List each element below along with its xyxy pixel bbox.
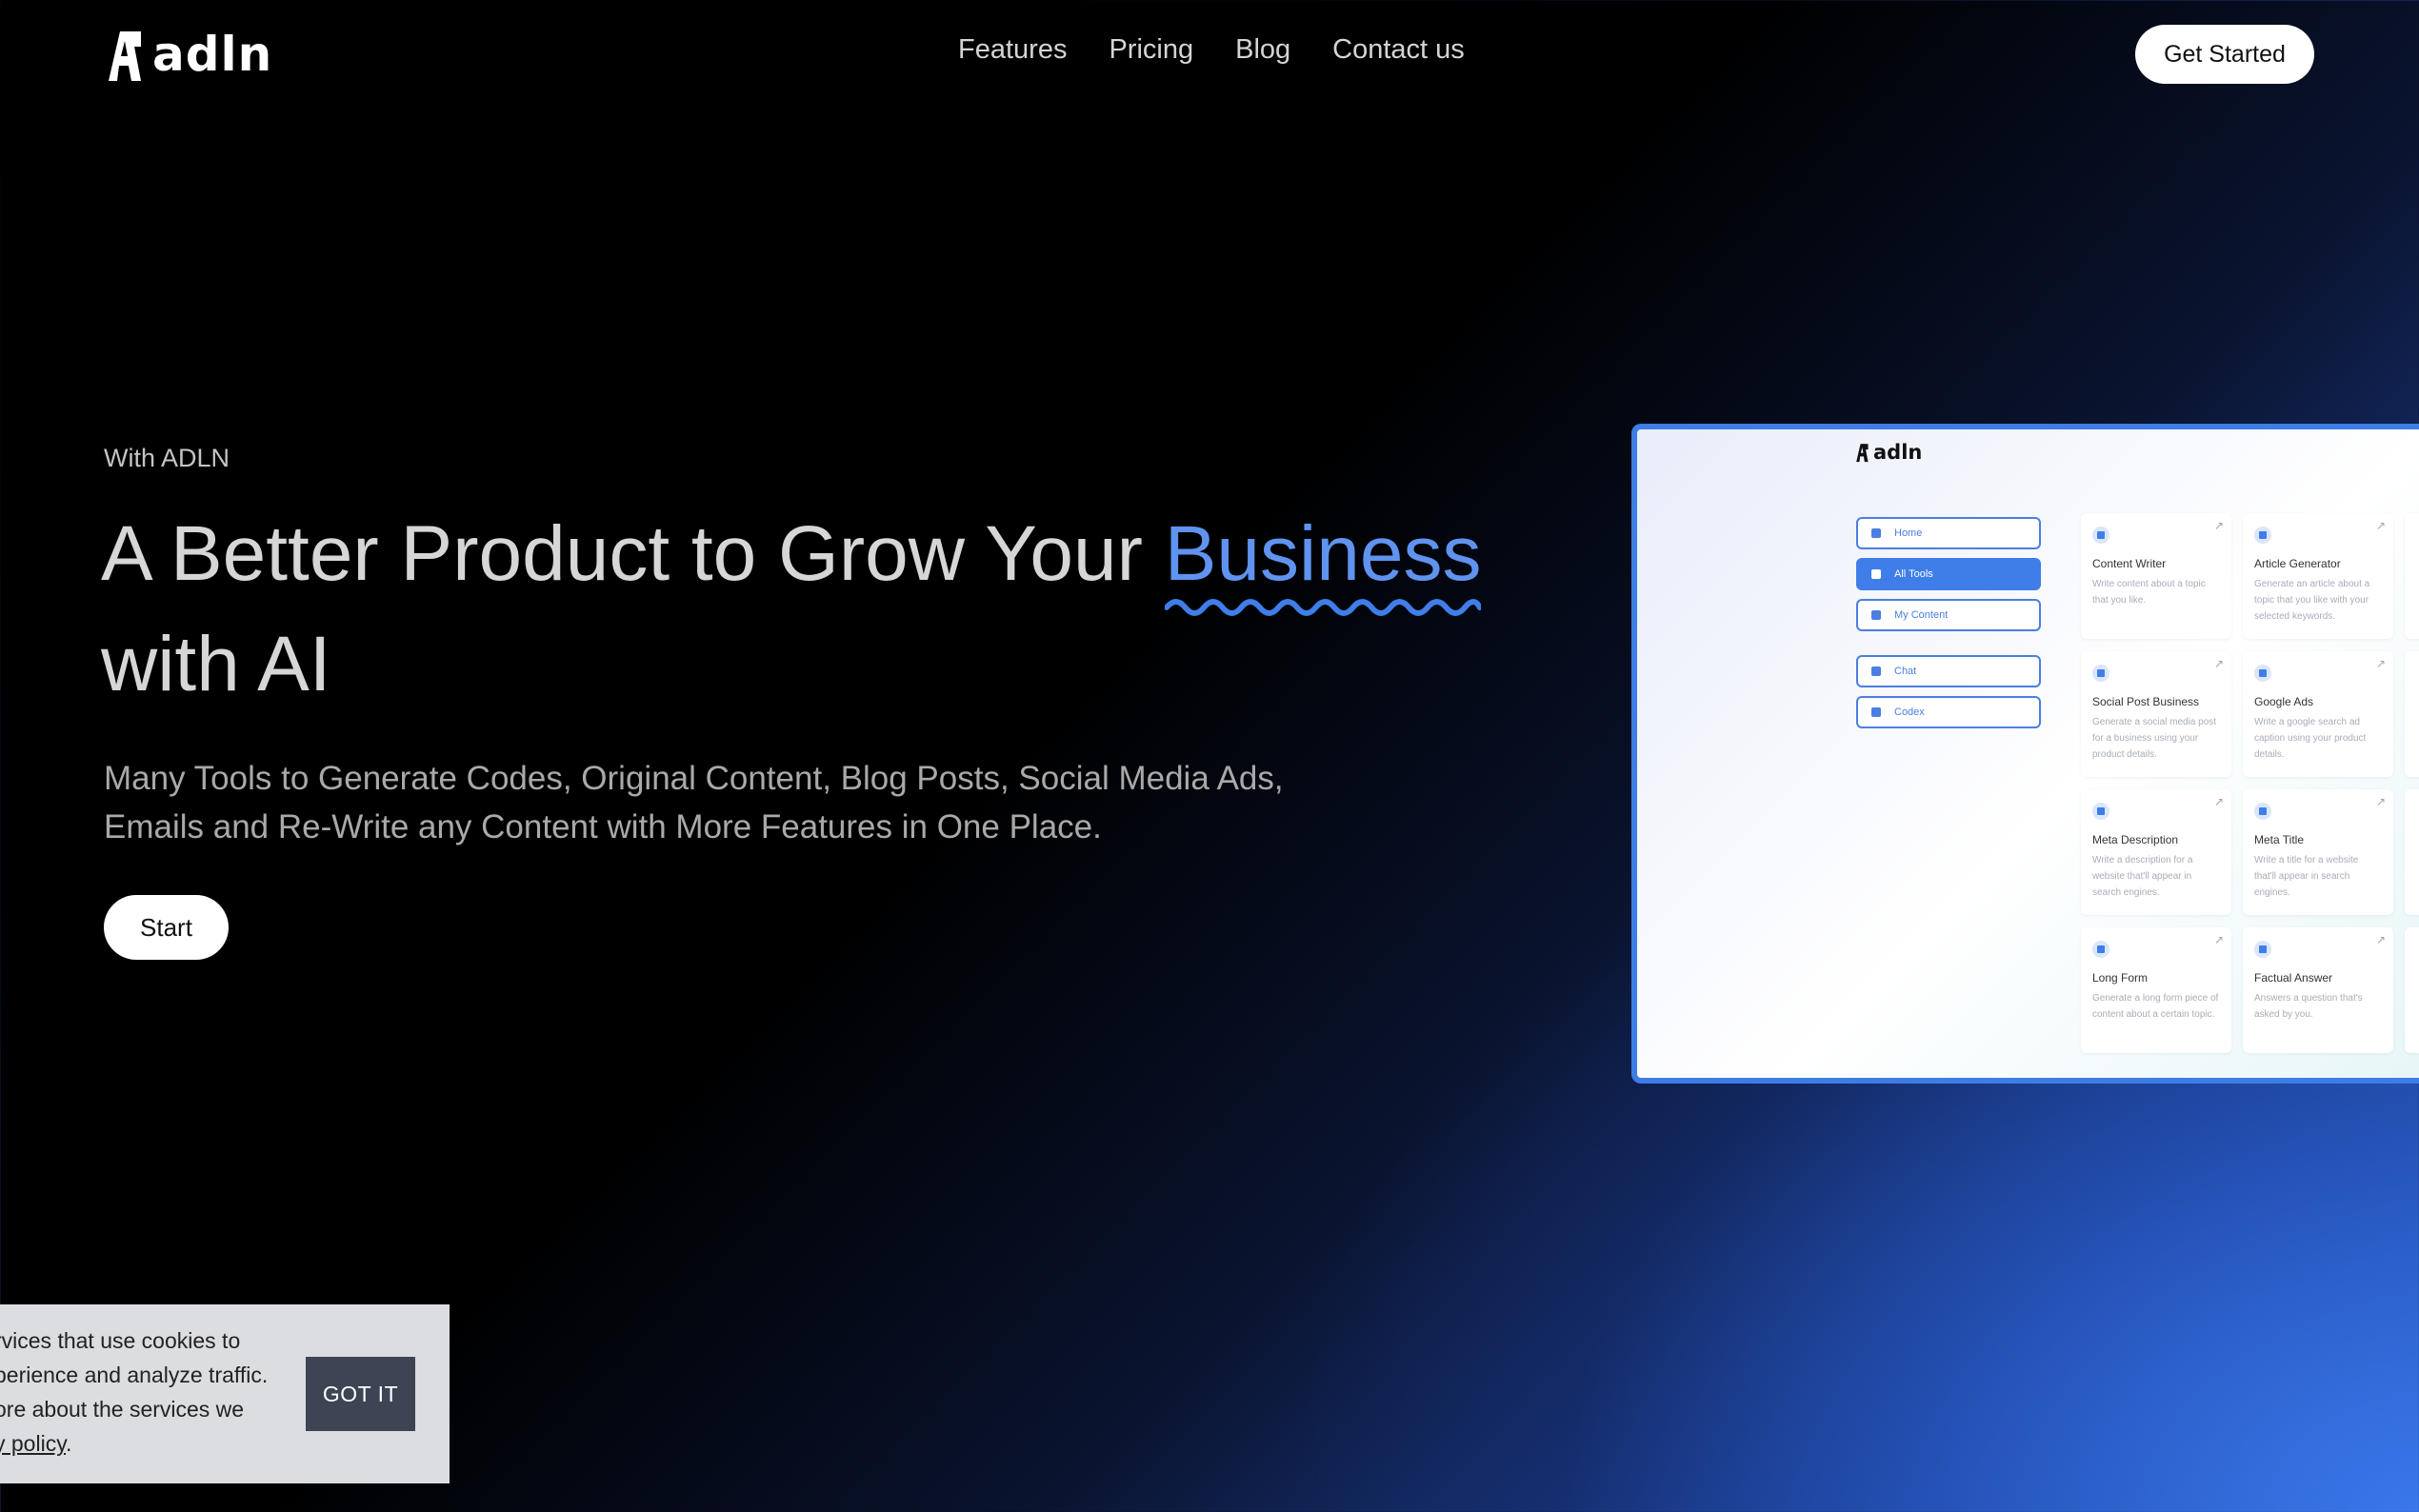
book-icon bbox=[2092, 941, 2109, 958]
tool-card: ↗ Article Generator Generate an article ab… bbox=[2243, 513, 2393, 639]
preview-nav-home: Home bbox=[1856, 517, 2041, 549]
tool-card-partial bbox=[2405, 789, 2419, 915]
nav-link-pricing[interactable]: Pricing bbox=[1109, 34, 1193, 66]
tool-card-title: Social Post Business bbox=[2092, 695, 2200, 708]
external-arrow-icon: ↗ bbox=[2213, 795, 2224, 808]
briefcase-icon bbox=[2092, 665, 2109, 682]
tool-card-title: Factual Answer bbox=[2254, 971, 2333, 985]
headline-text-end: with AI bbox=[101, 621, 331, 707]
external-arrow-icon: ↗ bbox=[2213, 933, 2224, 946]
tool-card: ↗ Meta Title Write a title for a website t… bbox=[2243, 789, 2393, 915]
tool-card: ↗ Social Post Business Generate a social m… bbox=[2081, 651, 2231, 777]
preview-logo-text: adln bbox=[1873, 441, 1923, 464]
preview-sidebar: Home All Tools My Content Chat Codex bbox=[1856, 517, 2041, 737]
hero-headline: A Better Product to Grow Your Business w… bbox=[101, 499, 1549, 720]
preview-nav-codex: Codex bbox=[1856, 696, 2041, 728]
preview-logo: adln bbox=[1854, 441, 1922, 464]
hero-eyebrow: With ADLN bbox=[104, 444, 230, 472]
nav-link-blog[interactable]: Blog bbox=[1235, 34, 1290, 66]
preview-nav-label: My Content bbox=[1894, 609, 1949, 621]
tool-card-desc: Write a title for a website that'll appe… bbox=[2254, 855, 2359, 898]
tool-card-desc: Write a google search ad caption using y… bbox=[2254, 717, 2367, 760]
privacy-policy-link[interactable]: y policy bbox=[0, 1431, 66, 1456]
nav-link-features[interactable]: Features bbox=[958, 34, 1067, 66]
logo-mark-icon bbox=[109, 31, 141, 81]
external-arrow-icon: ↗ bbox=[2375, 519, 2386, 532]
tool-card-desc: Write content about a topic that you lik… bbox=[2092, 579, 2206, 606]
tool-card: ↗ Factual Answer Answers a question that's… bbox=[2243, 927, 2393, 1053]
code-icon bbox=[1871, 707, 1881, 717]
preview-nav-label: Chat bbox=[1894, 666, 1917, 677]
headline-accent: Business bbox=[1164, 499, 1482, 616]
document-icon bbox=[1871, 610, 1881, 620]
preview-nav-all-tools: All Tools bbox=[1856, 558, 2041, 590]
external-arrow-icon: ↗ bbox=[2375, 657, 2386, 670]
site-header: adln Features Pricing Blog Contact us Ge… bbox=[0, 0, 2419, 110]
document-icon bbox=[2092, 527, 2109, 544]
search-icon bbox=[2254, 803, 2271, 820]
tool-card-partial bbox=[2405, 651, 2419, 777]
app-preview-screenshot: adln Home All Tools My Content Chat Code… bbox=[1631, 424, 2419, 1084]
external-arrow-icon: ↗ bbox=[2375, 795, 2386, 808]
tool-card: ↗ Long Form Generate a long form piece of … bbox=[2081, 927, 2231, 1053]
cookie-line: perience and analyze traffic. bbox=[0, 1363, 269, 1387]
preview-nav-label: Home bbox=[1894, 527, 1923, 539]
get-started-button[interactable]: Get Started bbox=[2135, 25, 2314, 84]
tool-card: ↗ Meta Description Write a description for… bbox=[2081, 789, 2231, 915]
tool-card-title: Meta Description bbox=[2092, 833, 2179, 846]
toolbox-icon bbox=[1871, 569, 1881, 579]
tool-card-desc: Generate a social media post for a busin… bbox=[2092, 717, 2217, 760]
cookie-line: ore about the services we bbox=[0, 1397, 245, 1422]
start-button[interactable]: Start bbox=[104, 895, 229, 960]
hero-description: Many Tools to Generate Codes, Original C… bbox=[104, 760, 1284, 846]
headline-accent-text: Business bbox=[1164, 510, 1482, 597]
cookie-line: rvices that use cookies to bbox=[0, 1328, 241, 1353]
cookie-line-end: . bbox=[66, 1431, 72, 1456]
external-arrow-icon: ↗ bbox=[2213, 657, 2224, 670]
tool-card-desc: Generate a long form piece of content ab… bbox=[2092, 993, 2219, 1020]
preview-nav-spacer bbox=[1856, 640, 2041, 655]
tool-card: ↗ Content Writer Write content about a top… bbox=[2081, 513, 2231, 639]
home-icon bbox=[1871, 528, 1881, 538]
squiggle-underline-icon bbox=[1164, 599, 1482, 616]
cookie-message: rvices that use cookies to perience and a… bbox=[0, 1323, 290, 1461]
tool-card-partial bbox=[2405, 513, 2419, 639]
preview-nav-my-content: My Content bbox=[1856, 599, 2041, 631]
ad-icon bbox=[2254, 665, 2271, 682]
cookie-accept-button[interactable]: GOT IT bbox=[306, 1357, 415, 1431]
tool-card: ↗ Google Ads Write a google search ad capt… bbox=[2243, 651, 2393, 777]
logo-text: adln bbox=[152, 27, 273, 82]
preview-nav-label: Codex bbox=[1894, 706, 1925, 718]
tool-card-title: Content Writer bbox=[2092, 557, 2167, 570]
article-icon bbox=[2254, 527, 2271, 544]
tool-card-desc: Answers a question that's asked by you. bbox=[2254, 993, 2363, 1020]
tool-card-desc: Generate an article about a topic that y… bbox=[2254, 579, 2370, 622]
tool-card-partial bbox=[2405, 927, 2419, 1053]
tool-card-desc: Write a description for a website that'l… bbox=[2092, 855, 2193, 898]
question-icon bbox=[2254, 941, 2271, 958]
cookie-banner: rvices that use cookies to perience and a… bbox=[0, 1304, 450, 1483]
chat-icon bbox=[1871, 666, 1881, 676]
preview-nav-label: All Tools bbox=[1894, 568, 1933, 580]
logo[interactable]: adln bbox=[103, 27, 272, 82]
tool-card-title: Article Generator bbox=[2254, 557, 2341, 570]
external-arrow-icon: ↗ bbox=[2375, 933, 2386, 946]
preview-nav-chat: Chat bbox=[1856, 655, 2041, 687]
tool-card-title: Google Ads bbox=[2254, 695, 2314, 708]
tool-card-title: Long Form bbox=[2092, 971, 2149, 985]
main-nav: Features Pricing Blog Contact us bbox=[958, 34, 1465, 66]
nav-link-contact[interactable]: Contact us bbox=[1332, 34, 1465, 66]
preview-logo-mark-icon bbox=[1856, 444, 1869, 463]
preview-tool-grid: ↗ Content Writer Write content about a top… bbox=[2081, 513, 2419, 1053]
wrench-icon bbox=[2092, 803, 2109, 820]
external-arrow-icon: ↗ bbox=[2213, 519, 2224, 532]
headline-text: A Better Product to Grow Your bbox=[101, 510, 1165, 597]
tool-card-title: Meta Title bbox=[2254, 833, 2305, 846]
